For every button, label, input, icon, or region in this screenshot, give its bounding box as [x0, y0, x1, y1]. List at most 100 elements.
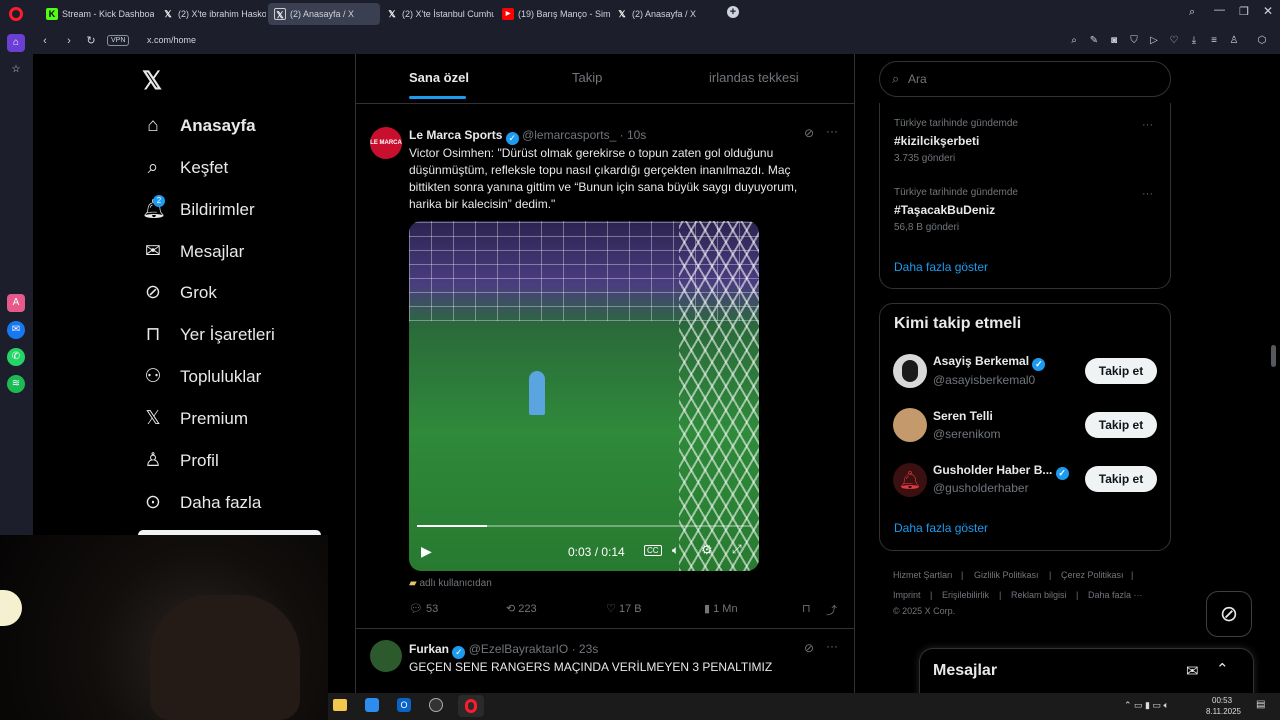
tab-for-you[interactable]: Sana özel: [409, 70, 469, 85]
heart-icon[interactable]: ♡: [1167, 34, 1181, 48]
extension-icon[interactable]: ⬡: [1255, 34, 1269, 48]
show-more-link[interactable]: Daha fazla göster: [894, 521, 988, 535]
notification-center-icon[interactable]: ▤: [1256, 699, 1265, 710]
aria-icon[interactable]: A: [7, 294, 25, 312]
show-more-link[interactable]: Daha fazla göster: [894, 260, 988, 274]
store-icon[interactable]: [365, 698, 379, 712]
reply-button[interactable]: 💬︎ 53: [409, 602, 438, 615]
footer-link[interactable]: Gizlilik Politikası: [974, 570, 1039, 580]
post-time[interactable]: · 23s: [572, 642, 599, 656]
opera-logo-icon[interactable]: [9, 7, 23, 21]
author-handle[interactable]: @lemarcasports_: [522, 128, 616, 142]
captions-icon[interactable]: CC: [644, 545, 662, 556]
footer-link[interactable]: Daha fazla ···: [1088, 590, 1143, 600]
browser-tab-active[interactable]: 𝕏 (2) Anasayfa / X: [268, 3, 380, 25]
close-window-icon[interactable]: ✕: [1263, 4, 1273, 18]
edit-icon[interactable]: ✎: [1087, 34, 1101, 48]
footer-link[interactable]: Imprint: [893, 590, 921, 600]
obs-icon[interactable]: [429, 698, 443, 712]
fullscreen-icon[interactable]: ⤢: [732, 542, 742, 557]
footer-link[interactable]: Hizmet Şartları: [893, 570, 953, 580]
nav-bookmarks[interactable]: ⊓ Yer İşaretleri: [142, 320, 275, 350]
suggested-user-handle[interactable]: @asayisberkemal0: [933, 373, 1035, 387]
follow-button[interactable]: Takip et: [1085, 412, 1157, 438]
footer-link[interactable]: Reklam bilgisi: [1011, 590, 1067, 600]
avatar[interactable]: [893, 354, 927, 388]
source-caption[interactable]: ▰ adlı kullanıcıdan: [409, 578, 492, 589]
shield-icon[interactable]: ⛉: [1127, 34, 1141, 48]
post-time[interactable]: · 10s: [620, 128, 647, 142]
search-tabs-icon[interactable]: ⌕: [1189, 6, 1195, 19]
nav-premium[interactable]: 𝕏 Premium: [142, 404, 248, 434]
new-message-icon[interactable]: ✉: [1186, 662, 1199, 680]
file-explorer-icon[interactable]: [333, 699, 347, 711]
settings-icon[interactable]: ⚙: [701, 542, 713, 558]
menu-icon[interactable]: ≡: [1207, 34, 1221, 48]
suggested-user-name[interactable]: Seren Telli: [933, 409, 993, 423]
whatsapp-icon[interactable]: ✆: [7, 348, 25, 366]
messenger-icon[interactable]: ✉: [7, 321, 25, 339]
more-icon[interactable]: ···: [1142, 119, 1153, 131]
video-player[interactable]: ▶ 0:03 / 0:14 CC 🔈︎ ⚙ ⤢: [409, 221, 759, 571]
x-logo-icon[interactable]: 𝕏: [142, 66, 162, 96]
nav-messages[interactable]: ✉ Mesajlar: [142, 237, 244, 267]
download-icon[interactable]: ⤓: [1187, 34, 1201, 48]
address-field[interactable]: VPN x.com/home: [103, 32, 1083, 50]
avatar[interactable]: [893, 408, 927, 442]
tray-icons[interactable]: ⌃ ▭ ▮ ▭ 🔈︎: [1124, 700, 1169, 711]
back-icon[interactable]: ‹: [37, 33, 53, 49]
nav-communities[interactable]: ⚇ Topluluklar: [142, 362, 261, 392]
nav-grok[interactable]: ⊘ Grok: [142, 278, 217, 308]
author-name[interactable]: Le Marca Sports: [409, 128, 502, 142]
follow-button[interactable]: Takip et: [1085, 358, 1157, 384]
clock-date[interactable]: 8.11.2025: [1206, 707, 1241, 716]
reload-icon[interactable]: ↻: [83, 33, 99, 49]
nav-notifications[interactable]: 🔔︎ 2 Bildirimler: [142, 195, 255, 225]
new-tab-icon[interactable]: +: [727, 6, 739, 18]
minimize-icon[interactable]: —: [1214, 4, 1225, 16]
forward-icon[interactable]: ›: [61, 33, 77, 49]
avatar[interactable]: 🔔︎: [893, 463, 927, 497]
search-page-icon[interactable]: ⌕: [1067, 34, 1081, 48]
spotify-icon[interactable]: ≋: [7, 375, 25, 393]
author-name[interactable]: Furkan: [409, 642, 449, 656]
more-icon[interactable]: ···: [826, 124, 838, 138]
camera-icon[interactable]: ◙: [1107, 34, 1121, 48]
avatar[interactable]: LE MARCA: [370, 127, 402, 159]
browser-tab[interactable]: 𝕏(2) X'te İstanbul Cumhuriy: [380, 3, 494, 25]
maximize-icon[interactable]: ❐: [1239, 5, 1249, 18]
bookmark-button[interactable]: ⊓: [802, 602, 811, 615]
star-icon[interactable]: ☆: [7, 61, 25, 79]
url-text[interactable]: x.com/home: [147, 35, 196, 45]
opera-taskbar-icon[interactable]: [458, 695, 484, 717]
follow-button[interactable]: Takip et: [1085, 466, 1157, 492]
play-icon[interactable]: ▷: [1147, 34, 1161, 48]
grok-icon[interactable]: ⊘: [804, 641, 814, 655]
vpn-badge[interactable]: VPN: [107, 35, 130, 46]
footer-link[interactable]: Erişilebilirlik: [942, 590, 989, 600]
avatar[interactable]: [370, 640, 402, 672]
browser-tab[interactable]: 𝕏 (2) Anasayfa / X: [610, 3, 710, 25]
expand-icon[interactable]: ⌃: [1216, 660, 1229, 678]
grok-floating-button[interactable]: ⊘: [1206, 591, 1252, 637]
suggested-user-handle[interactable]: @gusholderhaber: [933, 481, 1029, 495]
suggested-user-handle[interactable]: @serenikom: [933, 427, 1001, 441]
home-sidebar-icon[interactable]: ⌂: [7, 34, 25, 52]
nav-profile[interactable]: ♙ Profil: [142, 446, 218, 476]
nav-more[interactable]: ⊙ Daha fazla: [142, 488, 261, 518]
browser-tab[interactable]: K Stream - Kick Dashboard: [40, 3, 154, 25]
nav-home[interactable]: ⌂ Anasayfa: [142, 111, 255, 141]
more-icon[interactable]: ···: [1142, 188, 1153, 200]
outlook-icon[interactable]: O: [397, 698, 411, 712]
tab-following[interactable]: Takip: [572, 70, 602, 85]
search-input[interactable]: ⌕ Ara: [879, 61, 1171, 97]
profile-icon[interactable]: ♙: [1227, 34, 1241, 48]
share-button[interactable]: ⤴: [826, 602, 837, 618]
nav-explore[interactable]: ⌕ Keşfet: [142, 153, 229, 183]
author-handle[interactable]: @EzelBayraktarIO: [469, 642, 569, 656]
tab-custom-list[interactable]: irlandas tekkesi: [709, 70, 799, 85]
suggested-user-name[interactable]: Asayiş Berkemal ✓: [933, 354, 1046, 371]
repost-button[interactable]: ⟲ 223: [506, 602, 537, 615]
play-icon[interactable]: ▶: [421, 543, 432, 560]
views-button[interactable]: ▮ 1 Mn: [704, 602, 738, 615]
